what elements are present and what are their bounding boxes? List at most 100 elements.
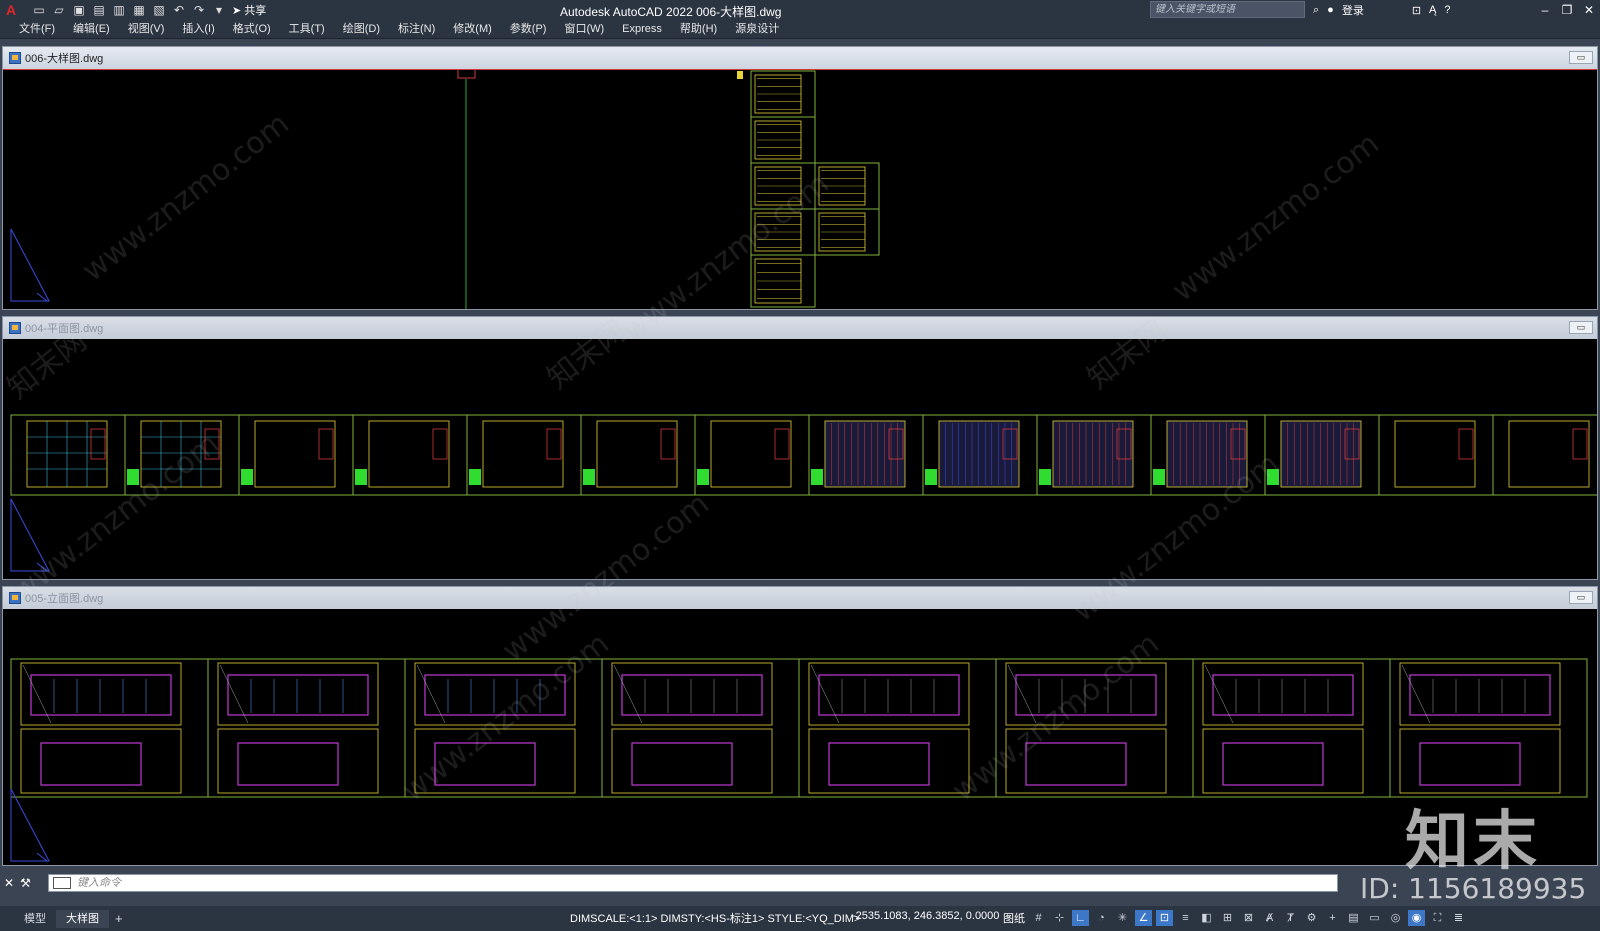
plan-outline [1394,420,1476,488]
minimize-button[interactable]: – [1534,0,1556,20]
close-button[interactable]: ✕ [1578,0,1600,20]
elevation-wall [621,674,763,716]
menu-yuanquan[interactable]: 源泉设计 [726,20,788,39]
drawing-canvas[interactable] [3,609,1597,865]
new-file-icon[interactable]: ▭ [32,3,46,17]
drawing-window-title[interactable]: 004-平面图.dwg ▭ [3,317,1597,339]
menu-draw[interactable]: 绘图(D) [334,20,389,39]
elevation-wall [1222,742,1324,786]
menu-tools[interactable]: 工具(T) [280,20,334,39]
drawing-filename: 005-立面图.dwg [25,593,104,605]
open-file-icon[interactable]: ▱ [52,3,66,17]
save-icon[interactable]: ▣ [72,3,86,17]
redo-icon[interactable]: ↷ [192,3,206,17]
elevation-panel [20,662,182,726]
search-icon[interactable]: ⌕ [1313,4,1319,17]
menu-format[interactable]: 格式(O) [224,20,280,39]
command-input[interactable]: 键入命令 [48,874,1338,892]
elevation-sheets [10,658,1588,862]
clean-screen-icon[interactable]: ⛶ [1429,910,1446,926]
elevation-wall [828,742,930,786]
elevation-wall [1025,742,1127,786]
drawing-window-title[interactable]: 006-大样图.dwg ▭ [3,47,1597,69]
menu-modify[interactable]: 修改(M) [444,20,501,39]
ortho-icon[interactable]: ∟ [1072,910,1089,926]
polar-icon[interactable]: ◔ [1093,910,1110,926]
object-track-icon[interactable]: ∠ [1135,910,1152,926]
user-icon[interactable]: ● [1327,4,1334,16]
web-mobile-icon[interactable]: ▥ [112,3,126,17]
plot-icon[interactable]: ▧ [152,3,166,17]
wrench-icon[interactable]: ⚒ [20,876,31,890]
selection-cycling-icon[interactable]: ⊞ [1219,910,1236,926]
annotation-visibility-icon[interactable]: Ⱦ [1282,910,1299,926]
menu-file[interactable]: 文件(F) [10,20,64,39]
paper-space-toggle[interactable]: 图纸 [1003,910,1025,926]
monitor-icon[interactable]: ▭ [1366,910,1383,926]
customize-icon[interactable]: ≣ [1450,910,1467,926]
undo-icon[interactable]: ↶ [172,3,186,17]
transparency-icon[interactable]: ◧ [1198,910,1215,926]
menu-window[interactable]: 窗口(W) [555,20,613,39]
properties-icon[interactable]: ▤ [1345,910,1362,926]
hardware-accel-icon[interactable]: ◉ [1408,910,1425,926]
plan-outline [368,420,450,488]
add-layout-icon[interactable]: + [109,911,129,926]
drawing-minimize-button[interactable]: ▭ [1569,51,1593,64]
object-snap-icon[interactable]: ⊡ [1156,910,1173,926]
close-icon[interactable]: ✕ [4,876,14,890]
menu-express[interactable]: Express [613,20,671,39]
status-toggles: # ⊹ ∟ ◔ ✳ ∠ ⊡ ≡ ◧ ⊞ ⊠ Ⱥ Ⱦ ⚙ + ▤ ▭ ◎ ◉ ⛶ … [1030,910,1467,926]
drawing-window-detail[interactable]: 006-大样图.dwg ▭ [2,46,1598,310]
plan-outline [596,420,678,488]
detail-sheets [3,69,1597,309]
plan-outline [1280,420,1362,488]
tab-layout-detail[interactable]: 大样图 [56,909,109,928]
cart-icon[interactable]: ⊡ [1412,4,1421,17]
annotation-monitor-icon[interactable]: ⊠ [1240,910,1257,926]
isolate-icon[interactable]: ◎ [1387,910,1404,926]
room-detail [660,428,676,460]
drawing-minimize-button[interactable]: ▭ [1569,321,1593,334]
drawing-canvas[interactable] [3,69,1597,309]
share-button[interactable]: ➤ 共享 [232,2,266,18]
menu-dimension[interactable]: 标注(N) [389,20,444,39]
drawing-minimize-button[interactable]: ▭ [1569,591,1593,604]
login-button[interactable]: 登录 [1342,2,1364,18]
search-input[interactable]: 键入关键字或短语 [1150,1,1305,18]
drawing-canvas[interactable] [3,339,1597,579]
workspace-gear-icon[interactable]: ⚙ [1303,910,1320,926]
elevation-panel [1202,662,1364,726]
menu-edit[interactable]: 编辑(E) [64,20,119,39]
plus-icon[interactable]: + [1324,910,1341,926]
lineweight-icon[interactable]: ≡ [1177,910,1194,926]
plan-sheet [580,414,696,496]
section-hatch [1007,664,1037,724]
menu-help[interactable]: 帮助(H) [671,20,726,39]
tab-model[interactable]: 模型 [14,910,56,928]
help-icon[interactable]: ? [1444,4,1450,16]
autocad-logo[interactable]: A [0,0,22,20]
annotation-scale-icon[interactable]: Ⱥ [1261,910,1278,926]
publish-icon[interactable]: ▦ [132,3,146,17]
ucs-icon [10,788,50,862]
legend-block [355,469,367,485]
grid-icon[interactable]: # [1030,910,1047,926]
elevation-wall [237,742,339,786]
room-detail [318,428,334,460]
restore-button[interactable]: ❐ [1556,0,1578,20]
menu-insert[interactable]: 插入(I) [173,20,223,39]
elevation-panel [20,728,182,794]
customize-toolbar-icon[interactable]: ▾ [212,3,226,17]
snap-icon[interactable]: ⊹ [1051,910,1068,926]
save-as-icon[interactable]: ▤ [92,3,106,17]
isodraft-icon[interactable]: ✳ [1114,910,1131,926]
drawing-filename: 004-平面图.dwg [25,323,104,335]
command-history-icon[interactable] [53,877,71,889]
drawing-window-plan[interactable]: 004-平面图.dwg ▭ [2,316,1598,580]
menu-view[interactable]: 视图(V) [119,20,174,39]
drawing-window-title[interactable]: 005-立面图.dwg ▭ [3,587,1597,609]
autodesk-app-icon[interactable]: Ą [1429,4,1436,16]
drawing-window-elevation[interactable]: 005-立面图.dwg ▭ [2,586,1598,866]
menu-parametric[interactable]: 参数(P) [501,20,556,39]
